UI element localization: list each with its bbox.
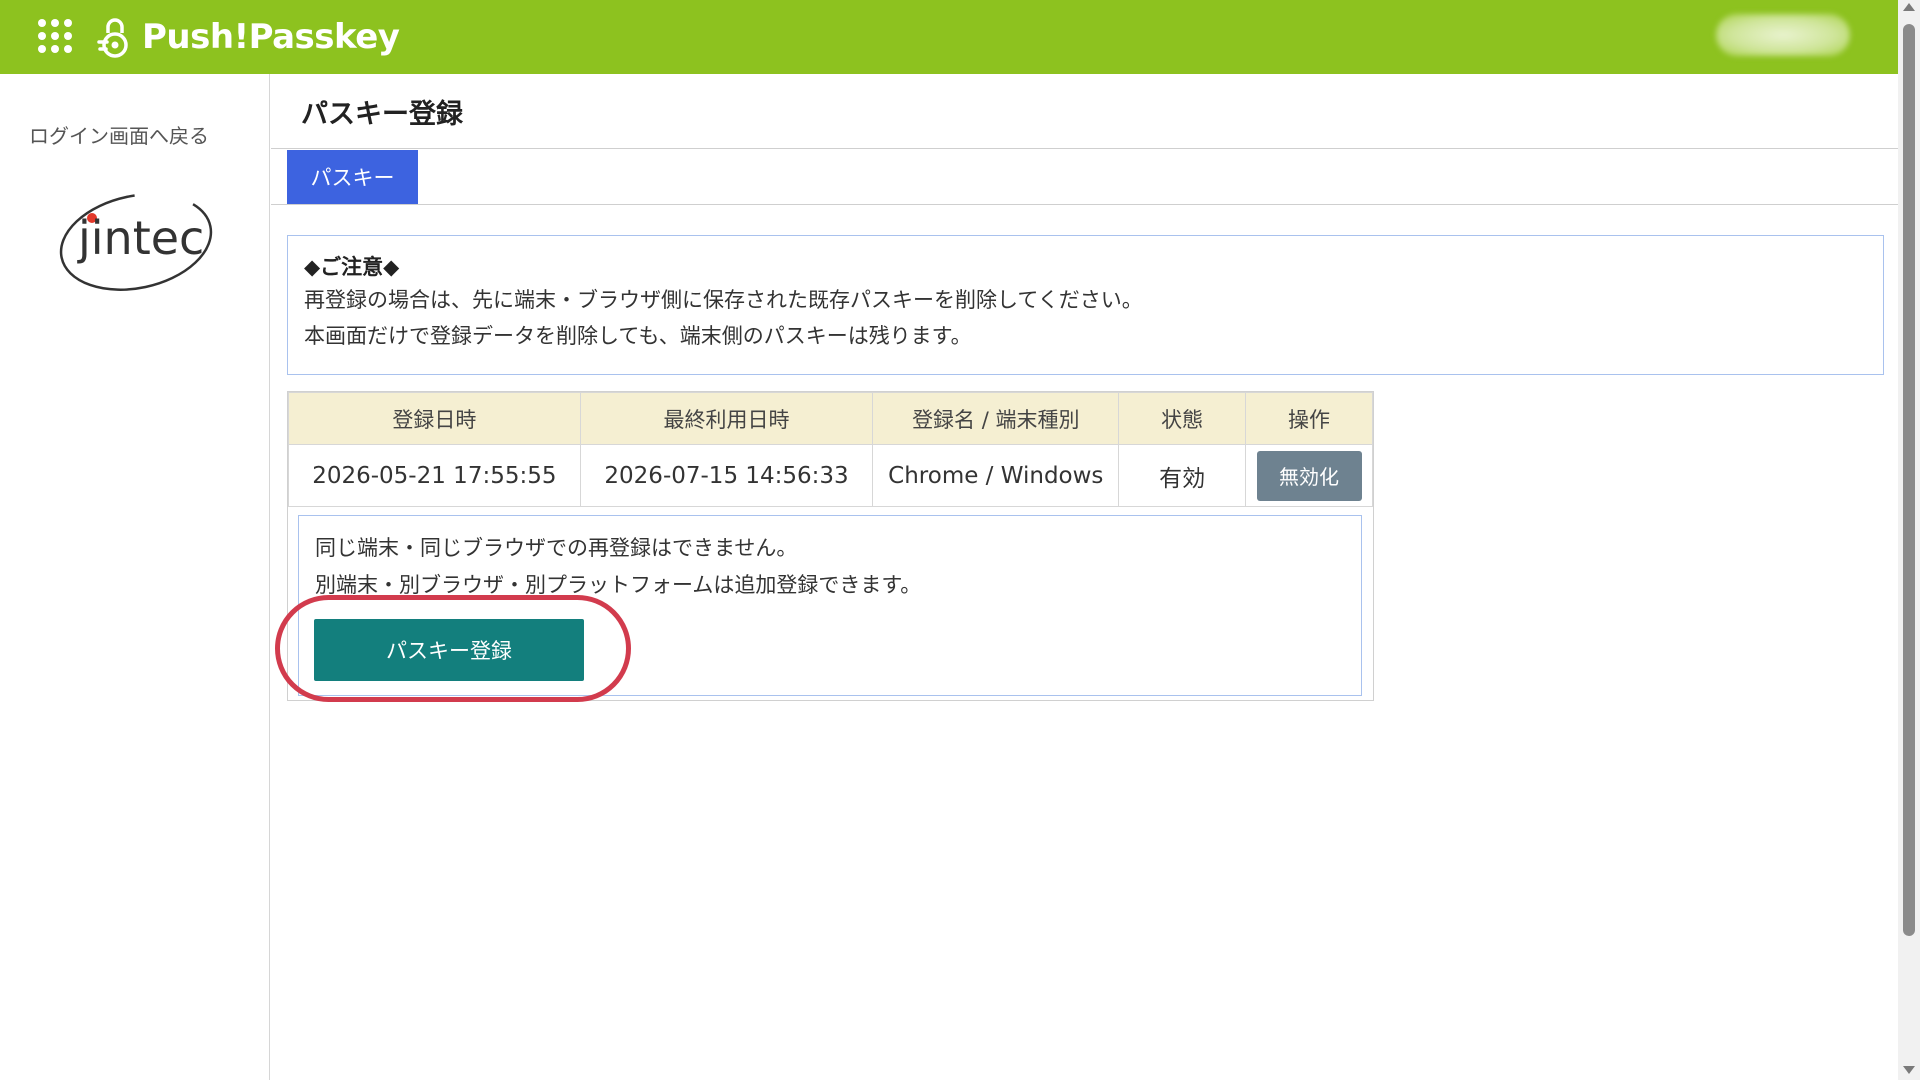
registered-cell: 2026-05-21 17:55:55 [288,444,581,507]
status-cell: 有効 [1118,444,1246,507]
back-to-login-link[interactable]: ログイン画面へ戻る [29,120,209,149]
svg-text:jintec: jintec [77,211,204,265]
scroll-down-arrow-icon[interactable] [1903,1066,1915,1074]
top-bar: Push!Passkey [0,0,1898,74]
column-header-status: 状態 [1118,392,1246,445]
info-line: 同じ端末・同じブラウザでの再登録はできません。 [315,536,798,560]
register-info-box: 同じ端末・同じブラウザでの再登録はできません。 別端末・別ブラウザ・別プラットフ… [275,515,1362,702]
main-content: パスキー登録 パスキー ◆ご注意◆ 再登録の場合は、先に端末・ブラウザ側に保存さ… [271,74,1898,1080]
notice-line: 本画面だけで登録データを削除しても、端末側のパスキーは残ります。 [304,324,972,348]
scroll-thumb[interactable] [1903,24,1915,936]
column-header-registered: 登録日時 [288,392,581,445]
user-menu[interactable] [1716,14,1850,56]
passkey-lock-icon [97,18,128,58]
column-header-last-used: 最終利用日時 [579,392,874,445]
jintec-logo: jintec [59,193,213,291]
brand-name: Push!Passkey [142,17,400,57]
scrollbar[interactable] [1898,0,1920,1080]
sidebar: ログイン画面へ戻る jintec [0,74,270,1080]
table-row: 2026-05-21 17:55:55 2026-07-15 14:56:33 … [288,444,1373,507]
apps-grid-icon[interactable] [38,19,72,53]
brand[interactable]: Push!Passkey [96,10,400,64]
scroll-up-arrow-icon[interactable] [1903,3,1915,11]
divider [271,204,1898,205]
name-device-cell: Chrome / Windows [872,444,1120,507]
passkey-table: 登録日時 最終利用日時 登録名 / 端末種別 状態 操作 2026-05-21 … [288,392,1373,507]
column-header-name-device: 登録名 / 端末種別 [872,392,1120,445]
disable-button[interactable]: 無効化 [1256,450,1362,501]
divider [271,148,1898,149]
table-header-row: 登録日時 最終利用日時 登録名 / 端末種別 状態 操作 [288,392,1373,445]
notice-line: 再登録の場合は、先に端末・ブラウザ側に保存された既存パスキーを削除してください。 [304,288,1143,312]
action-cell: 無効化 [1245,444,1373,507]
tab-passkey[interactable]: パスキー [287,150,418,204]
notice-title: ◆ご注意◆ [304,255,400,279]
register-passkey-button[interactable]: パスキー登録 [314,619,584,681]
last-used-cell: 2026-07-15 14:56:33 [579,444,874,507]
column-header-action: 操作 [1245,392,1373,445]
passkey-table-panel: 登録日時 最終利用日時 登録名 / 端末種別 状態 操作 2026-05-21 … [275,391,1374,702]
page-title: パスキー登録 [301,99,463,130]
notice-box: ◆ご注意◆ 再登録の場合は、先に端末・ブラウザ側に保存された既存パスキーを削除し… [287,235,1884,375]
